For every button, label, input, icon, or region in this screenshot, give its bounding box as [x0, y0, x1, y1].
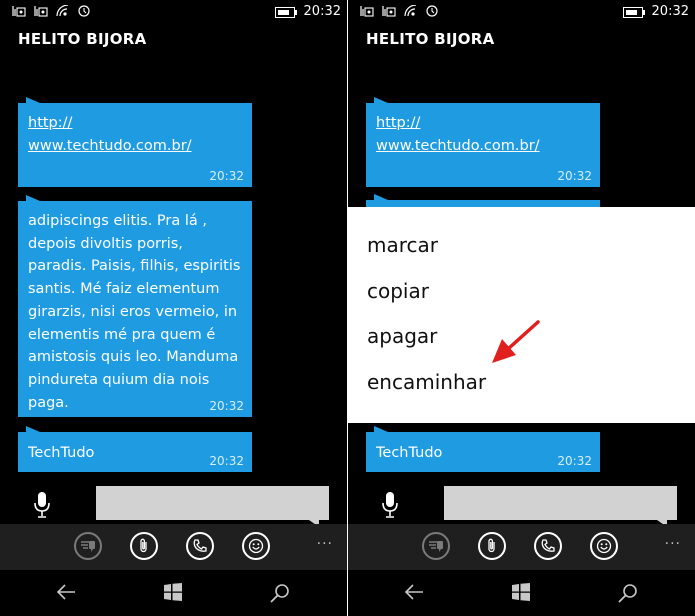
message-time: 20:32 [209, 399, 244, 413]
emoji-button[interactable] [590, 532, 618, 560]
more-button[interactable]: ··· [317, 536, 333, 552]
context-menu: marcar copiar apagar encaminhar [348, 207, 695, 423]
speech-to-text-button[interactable] [74, 532, 102, 560]
signal-sim1-icon [12, 6, 26, 17]
message-line: elementis mé pra quem é [28, 326, 216, 343]
status-bar: 20:32 [348, 0, 695, 24]
message-time: 20:32 [557, 169, 592, 183]
message-line: paradis. Paisis, filhis, espiritis [28, 258, 241, 275]
battery-icon [275, 7, 297, 18]
message-link[interactable]: http:// [28, 112, 242, 135]
call-button[interactable] [186, 532, 214, 560]
attach-icon [488, 538, 495, 553]
quiet-hours-icon [426, 5, 438, 17]
wifi-icon [404, 5, 417, 17]
clock: 20:32 [651, 4, 689, 19]
search-icon[interactable] [618, 583, 638, 603]
message-link[interactable]: http:// [376, 112, 590, 135]
battery-icon [623, 7, 645, 18]
status-bar: 20:32 [0, 0, 347, 24]
speech-to-text-button[interactable] [422, 532, 450, 560]
call-button[interactable] [534, 532, 562, 560]
message-input[interactable] [444, 486, 677, 527]
menu-item-marcar[interactable]: marcar [367, 233, 438, 257]
emoji-button[interactable] [242, 532, 270, 560]
message-link[interactable]: www.techtudo.com.br/ [376, 135, 590, 158]
signal-sim2-icon [382, 6, 396, 17]
speech-to-text-icon [81, 541, 95, 552]
attach-button[interactable] [130, 532, 158, 560]
app-bar: ··· [348, 524, 695, 570]
speech-to-text-icon [429, 541, 443, 552]
message-time: 20:32 [557, 454, 592, 468]
message-time: 20:32 [209, 169, 244, 183]
message-line: santis. Mé faiz elementum [28, 281, 220, 298]
menu-item-copiar[interactable]: copiar [367, 279, 429, 303]
message-bubble-link[interactable]: http:// www.techtudo.com.br/ 20:32 [18, 97, 252, 187]
menu-item-apagar[interactable]: apagar [367, 324, 437, 348]
back-icon[interactable] [404, 583, 424, 601]
call-icon [541, 539, 555, 552]
nav-bar [0, 570, 347, 616]
menu-item-encaminhar[interactable]: encaminhar [367, 370, 486, 394]
back-icon[interactable] [56, 583, 76, 601]
message-link[interactable]: www.techtudo.com.br/ [28, 135, 242, 158]
attach-button[interactable] [478, 532, 506, 560]
message-line: girarzis, nisi eros vermeio, in [28, 303, 238, 320]
message-input[interactable] [96, 486, 329, 527]
emoji-icon [596, 538, 612, 554]
left-screen: 20:32 HELITO BIJORA http:// www.techtudo… [0, 0, 347, 616]
message-bubble-short[interactable]: TechTudo 20:32 [18, 426, 252, 472]
message-bubble-short[interactable]: TechTudo 20:32 [366, 426, 600, 472]
clock: 20:32 [303, 4, 341, 19]
message-line: depois divoltis porris, [28, 235, 183, 252]
emoji-icon [248, 538, 264, 554]
signal-sim1-icon [360, 6, 374, 17]
nav-bar [348, 570, 695, 616]
message-text: adipiscings elitis. Pra lá , depois divol… [28, 210, 242, 414]
signal-sim2-icon [34, 6, 48, 17]
message-line: adipiscings elitis. Pra lá , [28, 213, 208, 229]
wifi-icon [56, 5, 69, 17]
compose-row [0, 484, 347, 527]
windows-icon[interactable] [163, 583, 183, 601]
annotation-arrow-icon [492, 320, 540, 363]
compose-row [348, 484, 695, 527]
call-icon [193, 539, 207, 552]
attach-icon [140, 538, 147, 553]
microphone-icon[interactable] [382, 492, 398, 518]
more-button[interactable]: ··· [665, 536, 681, 552]
search-icon[interactable] [270, 583, 290, 603]
message-line: amistosis quis leo. Manduma [28, 349, 239, 366]
contact-name: HELITO BIJORA [18, 30, 147, 48]
right-screen: 20:32 HELITO BIJORA http:// www.techtudo… [348, 0, 695, 616]
quiet-hours-icon [78, 5, 90, 17]
app-bar: ··· [0, 524, 347, 570]
message-bubble-long[interactable]: adipiscings elitis. Pra lá , depois divol… [18, 195, 252, 417]
contact-name: HELITO BIJORA [366, 30, 495, 48]
message-time: 20:32 [209, 454, 244, 468]
message-bubble-link[interactable]: http:// www.techtudo.com.br/ 20:32 [366, 97, 600, 187]
message-line: pindureta quium dia nois [28, 371, 210, 388]
microphone-icon[interactable] [34, 492, 50, 518]
windows-icon[interactable] [511, 583, 531, 601]
